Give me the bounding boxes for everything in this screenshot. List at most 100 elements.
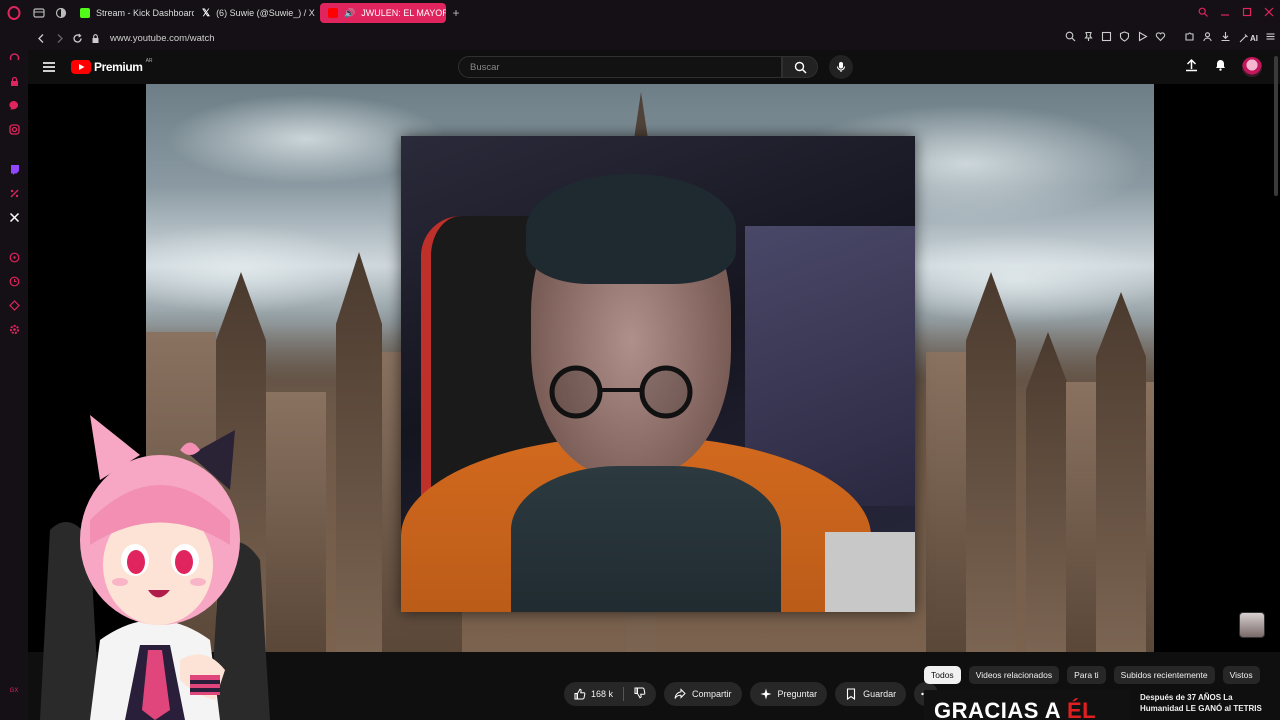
play-icon[interactable] xyxy=(1137,29,1148,47)
percent-icon[interactable] xyxy=(7,186,21,200)
recommended-title[interactable]: Después de 37 AÑOS La Humanidad LE GANÓ … xyxy=(1140,692,1272,714)
tab-label: (6) Suwie (@Suwie_) / X xyxy=(216,8,315,18)
wallet-icon[interactable] xyxy=(1202,29,1213,47)
speaker-icon: 🔊 xyxy=(344,7,356,18)
account-avatar[interactable] xyxy=(1242,57,1262,77)
share-label: Compartir xyxy=(692,689,732,699)
x-icon[interactable] xyxy=(7,210,21,224)
chip-subidos-recientemente[interactable]: Subidos recientemente xyxy=(1113,666,1215,684)
reload-icon[interactable] xyxy=(68,26,86,50)
recommendation-filter-chips: Todos Videos relacionados Para ti Subido… xyxy=(924,666,1260,684)
header-actions xyxy=(1184,57,1262,77)
browser-window: Stream - Kick Dashboard 𝕏 (6) Suwie (@Su… xyxy=(0,0,1280,720)
vtuber-avatar-overlay xyxy=(40,415,270,720)
close-icon[interactable] xyxy=(1264,4,1274,22)
extensions-icon[interactable] xyxy=(1184,29,1195,47)
thumbs-up-icon xyxy=(574,688,586,700)
hamburger-menu-icon[interactable] xyxy=(40,58,58,76)
twitch-icon[interactable] xyxy=(7,162,21,176)
x-favicon-icon: 𝕏 xyxy=(202,7,211,19)
like-button[interactable]: 168 k xyxy=(574,688,613,700)
search-icon xyxy=(794,61,807,74)
tab-label: JWULEN: EL MAYOR F xyxy=(361,8,446,18)
streamer-webcam-overlay xyxy=(401,136,915,612)
back-icon[interactable] xyxy=(32,26,50,50)
download-icon[interactable] xyxy=(1220,29,1231,47)
address-bar: www.youtube.com/watch AI xyxy=(28,26,1280,50)
upload-icon[interactable] xyxy=(1184,57,1199,77)
url-field[interactable]: www.youtube.com/watch xyxy=(110,33,215,44)
address-bar-actions: AI xyxy=(1065,26,1276,50)
share-button[interactable]: Compartir xyxy=(664,682,742,706)
youtube-premium-logo[interactable]: Premium AR xyxy=(71,58,153,75)
dislike-button[interactable] xyxy=(634,687,646,701)
region-code: AR xyxy=(145,58,153,64)
tab-strip: Stream - Kick Dashboard 𝕏 (6) Suwie (@Su… xyxy=(0,0,1280,26)
youtube-play-logo-icon xyxy=(71,60,91,74)
lock-icon[interactable] xyxy=(7,74,21,88)
notifications-bell-icon[interactable] xyxy=(1213,57,1228,77)
save-button[interactable]: Guardar xyxy=(835,682,907,706)
glasses-shape xyxy=(549,365,693,419)
minimize-icon[interactable] xyxy=(1220,4,1230,22)
lock-secure-icon[interactable] xyxy=(86,26,104,50)
ask-label: Preguntar xyxy=(777,689,818,699)
speed-dial-icon[interactable] xyxy=(7,50,21,64)
zoom-icon[interactable] xyxy=(1065,29,1076,47)
chip-para-ti[interactable]: Para ti xyxy=(1067,666,1106,684)
page-scrollbar[interactable] xyxy=(1274,56,1278,196)
messenger-icon[interactable] xyxy=(7,98,21,112)
forward-icon[interactable] xyxy=(50,26,68,50)
sparkle-icon xyxy=(760,688,772,700)
maximize-icon[interactable] xyxy=(1242,4,1252,22)
ai-label: AI xyxy=(1250,33,1258,43)
settings-icon[interactable] xyxy=(7,322,21,336)
like-count: 168 k xyxy=(591,689,614,699)
thumbs-down-icon xyxy=(634,687,646,699)
workspaces-icon[interactable] xyxy=(28,0,50,26)
menu-easy-setup-icon[interactable] xyxy=(1265,29,1276,47)
opera-sidebar: GX xyxy=(0,26,28,720)
like-dislike-group: 168 k xyxy=(564,682,657,706)
aria-ai-button[interactable]: AI xyxy=(1238,33,1258,44)
tab-youtube-active[interactable]: 🔊 JWULEN: EL MAYOR F xyxy=(320,3,446,23)
tab-x-profile[interactable]: 𝕏 (6) Suwie (@Suwie_) / X xyxy=(194,3,320,23)
voice-search-button[interactable] xyxy=(829,55,853,79)
shield-icon[interactable] xyxy=(1119,29,1130,47)
gx-badge: GX xyxy=(9,688,19,694)
recommended-thumbnail[interactable]: GRACIAS A ÉL xyxy=(924,690,1130,720)
logo-text: Premium xyxy=(94,60,143,74)
music-icon[interactable] xyxy=(7,298,21,312)
chip-vistos[interactable]: Vistos xyxy=(1222,666,1260,684)
search-input[interactable] xyxy=(459,61,781,73)
microphone-icon xyxy=(836,62,846,72)
clock-icon[interactable] xyxy=(7,274,21,288)
video-actions: 168 k Compartir Preguntar Guardar xyxy=(564,682,939,706)
tab-kick-dashboard[interactable]: Stream - Kick Dashboard xyxy=(72,3,194,23)
kick-favicon-icon xyxy=(80,8,90,18)
save-label: Guardar xyxy=(863,689,897,699)
new-tab-button[interactable]: + xyxy=(446,3,466,23)
window-controls xyxy=(1198,0,1274,26)
recommended-video-item[interactable]: GRACIAS A ÉL Después de 37 AÑOS La Human… xyxy=(924,690,1274,720)
heart-icon[interactable] xyxy=(1155,29,1166,47)
chip-videos-relacionados[interactable]: Videos relacionados xyxy=(968,666,1060,684)
search-tabs-icon[interactable] xyxy=(1198,4,1208,22)
share-arrow-icon xyxy=(674,688,686,699)
tab-label: Stream - Kick Dashboard xyxy=(96,8,194,18)
search-button[interactable] xyxy=(782,56,818,78)
youtube-header: Premium AR xyxy=(28,50,1280,84)
bookmark-icon xyxy=(847,688,856,700)
history-icon[interactable] xyxy=(7,250,21,264)
search-box xyxy=(458,56,782,78)
youtube-favicon-icon xyxy=(328,8,338,18)
channel-watermark-icon[interactable] xyxy=(1239,612,1265,638)
pin-icon[interactable] xyxy=(1083,29,1094,47)
snapshot-icon[interactable] xyxy=(1101,29,1112,47)
thumb-text: GRACIAS A ÉL xyxy=(934,698,1097,720)
opera-logo-icon[interactable] xyxy=(0,0,28,26)
instagram-icon[interactable] xyxy=(7,122,21,136)
chip-todos[interactable]: Todos xyxy=(924,666,961,684)
tab-island-icon[interactable] xyxy=(50,0,72,26)
ask-button[interactable]: Preguntar xyxy=(749,682,828,706)
